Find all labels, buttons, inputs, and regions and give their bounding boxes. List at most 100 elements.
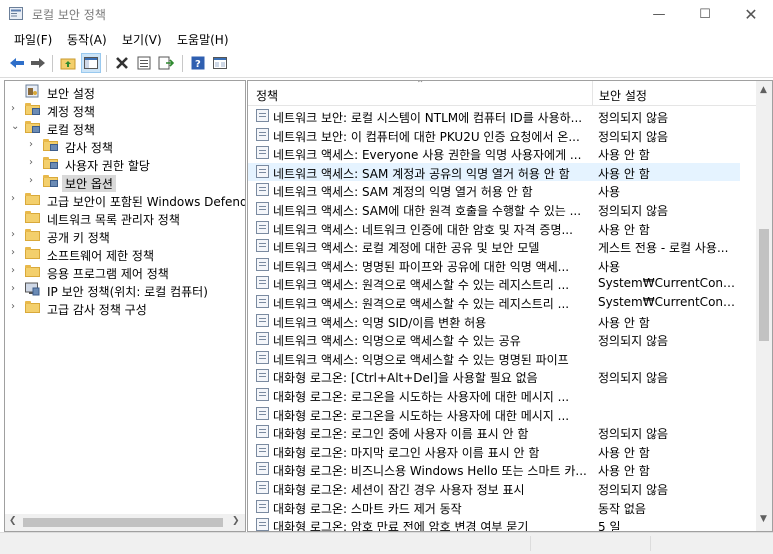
policy-row[interactable]: 네트워크 보안: 이 컴퓨터에 대한 PKU2U 인증 요청에서 온... 정의되… <box>248 126 740 144</box>
title-bar: 로컬 보안 정책 — ☐ ✕ <box>0 0 773 28</box>
tree-pane[interactable]: 보안 설정 › 계정 정책 ⌄ 로컬 정책 › 감사 정책 › 사용자 권한 할당 › 보안 옵션 ›… <box>4 80 246 532</box>
tree-horizontal-scrollbar[interactable]: ❮ ❯ <box>5 514 245 531</box>
properties-icon[interactable] <box>135 54 153 72</box>
chevron-right-icon[interactable]: › <box>11 193 21 204</box>
tree-item[interactable]: › 보안 옵션 <box>5 173 245 192</box>
chevron-right-icon[interactable]: › <box>11 103 21 114</box>
policy-setting-value: 사용 안 함 <box>598 445 650 460</box>
column-security-setting[interactable]: 보안 설정 <box>599 87 647 104</box>
policy-icon <box>256 109 269 122</box>
tree-item[interactable]: › 공개 키 정책 <box>5 227 245 245</box>
tree-item-label: 소프트웨어 제한 정책 <box>47 249 154 263</box>
show-tree-icon[interactable] <box>81 53 101 73</box>
tree-item[interactable]: › 감사 정책 <box>5 137 245 155</box>
chevron-right-icon[interactable]: › <box>11 265 21 276</box>
menu-view[interactable]: 보기(V) <box>120 31 164 48</box>
policy-row[interactable]: 네트워크 액세스: 익명으로 액세스할 수 있는 공유 정의되지 않음 <box>248 330 740 348</box>
scroll-up-icon[interactable]: ▲ <box>760 85 767 95</box>
policy-row[interactable]: 대화형 로그온: 마지막 로그인 사용자 이름 표시 안 함 사용 안 함 <box>248 442 740 460</box>
list-vertical-scrollbar[interactable]: ▲ ▼ <box>756 81 772 531</box>
chevron-right-icon[interactable]: › <box>29 175 39 186</box>
tree-item[interactable]: › 고급 감사 정책 구성 <box>5 299 245 317</box>
chevron-right-icon[interactable]: › <box>29 139 39 150</box>
policy-icon <box>256 425 269 439</box>
list-scroll-thumb[interactable] <box>759 229 769 341</box>
minimize-icon[interactable]: — <box>636 0 682 28</box>
policy-name: 네트워크 액세스: SAM 계정과 공유의 익명 열거 허용 안 함 <box>273 166 570 181</box>
menu-file[interactable]: 파일(F) <box>12 31 54 48</box>
policy-row[interactable]: 대화형 로그온: 스마트 카드 제거 동작 동작 없음 <box>248 498 740 516</box>
policy-name: 네트워크 액세스: 명명된 파이프와 공유에 대한 익명 액세... <box>273 259 570 274</box>
policy-row[interactable]: 대화형 로그온: 암호 만료 전에 암호 변경 여부 묻기 5 일 <box>248 516 740 531</box>
policy-row[interactable]: 네트워크 액세스: 원격으로 액세스할 수 있는 레지스트리 ... System… <box>248 274 740 292</box>
policy-name: 네트워크 액세스: 원격으로 액세스할 수 있는 레지스트리 ... <box>273 297 570 311</box>
delete-icon[interactable] <box>113 54 131 72</box>
export-icon[interactable] <box>157 54 175 72</box>
status-bar <box>0 532 773 554</box>
local-security-policy-icon <box>9 7 23 20</box>
folder-icon <box>25 300 41 314</box>
up-folder-icon[interactable] <box>59 54 77 72</box>
view-icon[interactable] <box>211 54 229 72</box>
policy-row[interactable]: 네트워크 액세스: SAM 계정과 공유의 익명 열거 허용 안 함 사용 안 함 <box>248 162 740 181</box>
policy-row[interactable]: 네트워크 액세스: 네트워크 인증에 대한 암호 및 자격 증명... 사용 안 … <box>248 219 740 237</box>
chevron-right-icon[interactable]: › <box>29 157 39 168</box>
policy-row[interactable]: 네트워크 액세스: SAM 계정의 익명 열거 허용 안 함 사용 <box>248 181 740 199</box>
close-icon[interactable]: ✕ <box>728 0 773 28</box>
policy-row[interactable]: 네트워크 액세스: 익명으로 액세스할 수 있는 명명된 파이프 <box>248 349 740 367</box>
menu-help[interactable]: 도움말(H) <box>175 31 231 48</box>
scroll-down-icon[interactable]: ▼ <box>760 514 767 524</box>
tree-item[interactable]: › 소프트웨어 제한 정책 <box>5 245 245 263</box>
policy-name: 네트워크 액세스: 익명 SID/이름 변환 허용 <box>273 315 487 330</box>
chevron-right-icon[interactable]: › <box>11 247 21 258</box>
menu-action[interactable]: 동작(A) <box>65 31 109 48</box>
security-settings-icon <box>25 84 41 98</box>
policy-icon <box>256 239 269 253</box>
tree-item[interactable]: › 고급 보안이 포함된 Windows Defender <box>5 191 245 209</box>
policy-setting-value: System₩CurrentControl... <box>598 295 738 309</box>
folder-icon <box>25 210 41 224</box>
chevron-right-icon[interactable]: › <box>11 283 21 294</box>
tree-item-label: 감사 정책 <box>65 141 113 155</box>
tree-item[interactable]: › 사용자 권한 할당 <box>5 155 245 173</box>
policy-name: 네트워크 액세스: 원격으로 액세스할 수 있는 레지스트리 ... <box>273 278 570 293</box>
column-policy[interactable]: 정책 <box>256 87 278 104</box>
policy-row[interactable]: 대화형 로그온: 세션이 잠긴 경우 사용자 정보 표시 정의되지 않음 <box>248 479 740 497</box>
tree-item[interactable]: 네트워크 목록 관리자 정책 <box>5 209 245 227</box>
tree-scroll-thumb[interactable] <box>23 518 223 527</box>
maximize-icon[interactable]: ☐ <box>682 0 728 28</box>
chevron-right-icon[interactable]: › <box>11 229 21 240</box>
policy-row[interactable]: 네트워크 액세스: 익명 SID/이름 변환 허용 사용 안 함 <box>248 312 740 330</box>
tree-item[interactable]: › 계정 정책 <box>5 101 245 119</box>
scroll-left-icon[interactable]: ❮ <box>9 516 17 526</box>
back-arrow-icon[interactable] <box>8 54 26 72</box>
tree-item[interactable]: › IP 보안 정책(위치: 로컬 컴퓨터) <box>5 281 245 299</box>
chevron-down-icon[interactable]: ⌄ <box>11 121 21 132</box>
policy-row[interactable]: 대화형 로그온: 로그온을 시도하는 사용자에 대한 메시지 ... <box>248 386 740 404</box>
policy-row[interactable]: 네트워크 보안: 로컬 시스템이 NTLM에 컴퓨터 ID를 사용하... 정의되… <box>248 107 740 125</box>
chevron-right-icon[interactable]: › <box>11 301 21 312</box>
policy-row[interactable]: 대화형 로그온: 로그온을 시도하는 사용자에 대한 메시지 ... <box>248 405 740 423</box>
tree-item-label: 고급 보안이 포함된 Windows Defender <box>47 195 246 209</box>
policy-row[interactable]: 네트워크 액세스: 로컬 계정에 대한 공유 및 보안 모델 게스트 전용 - 로… <box>248 237 740 255</box>
tree-item[interactable]: › 응용 프로그램 제어 정책 <box>5 263 245 281</box>
policy-row[interactable]: 네트워크 액세스: 원격으로 액세스할 수 있는 레지스트리 ... System… <box>248 293 740 311</box>
scroll-right-icon[interactable]: ❯ <box>232 516 240 526</box>
policy-icon <box>256 369 269 383</box>
policy-setting-value: 정의되지 않음 <box>598 371 669 386</box>
policy-icon <box>256 202 269 215</box>
policy-row[interactable]: 네트워크 액세스: Everyone 사용 권한을 익명 사용자에게 ... 사용… <box>248 144 740 162</box>
policy-row[interactable]: 대화형 로그온: 로그인 중에 사용자 이름 표시 안 함 정의되지 않음 <box>248 423 740 441</box>
help-icon[interactable]: ? <box>189 54 207 72</box>
policy-row[interactable]: 네트워크 액세스: SAM에 대한 원격 호출을 수행할 수 있는 ... 정의되… <box>248 200 740 218</box>
window-title: 로컬 보안 정책 <box>32 8 106 22</box>
policy-list-pane[interactable]: ⌃ 정책 보안 설정 네트워크 보안: 로컬 시스템이 NTLM에 컴퓨터 ID… <box>247 80 773 532</box>
policy-row[interactable]: 대화형 로그온: 비즈니스용 Windows Hello 또는 스마트 카...… <box>248 460 740 478</box>
forward-arrow-icon[interactable] <box>29 54 47 72</box>
folder-icon <box>25 246 41 260</box>
policy-row[interactable]: 네트워크 액세스: 명명된 파이프와 공유에 대한 익명 액세... 사용 <box>248 256 740 274</box>
tree-item[interactable]: ⌄ 로컬 정책 <box>5 119 245 137</box>
policy-name: 네트워크 액세스: 로컬 계정에 대한 공유 및 보안 모델 <box>273 241 540 256</box>
policy-row[interactable]: 대화형 로그온: [Ctrl+Alt+Del]을 사용할 필요 없음 정의되지 않… <box>248 367 740 385</box>
tree-item[interactable]: 보안 설정 <box>5 83 245 101</box>
